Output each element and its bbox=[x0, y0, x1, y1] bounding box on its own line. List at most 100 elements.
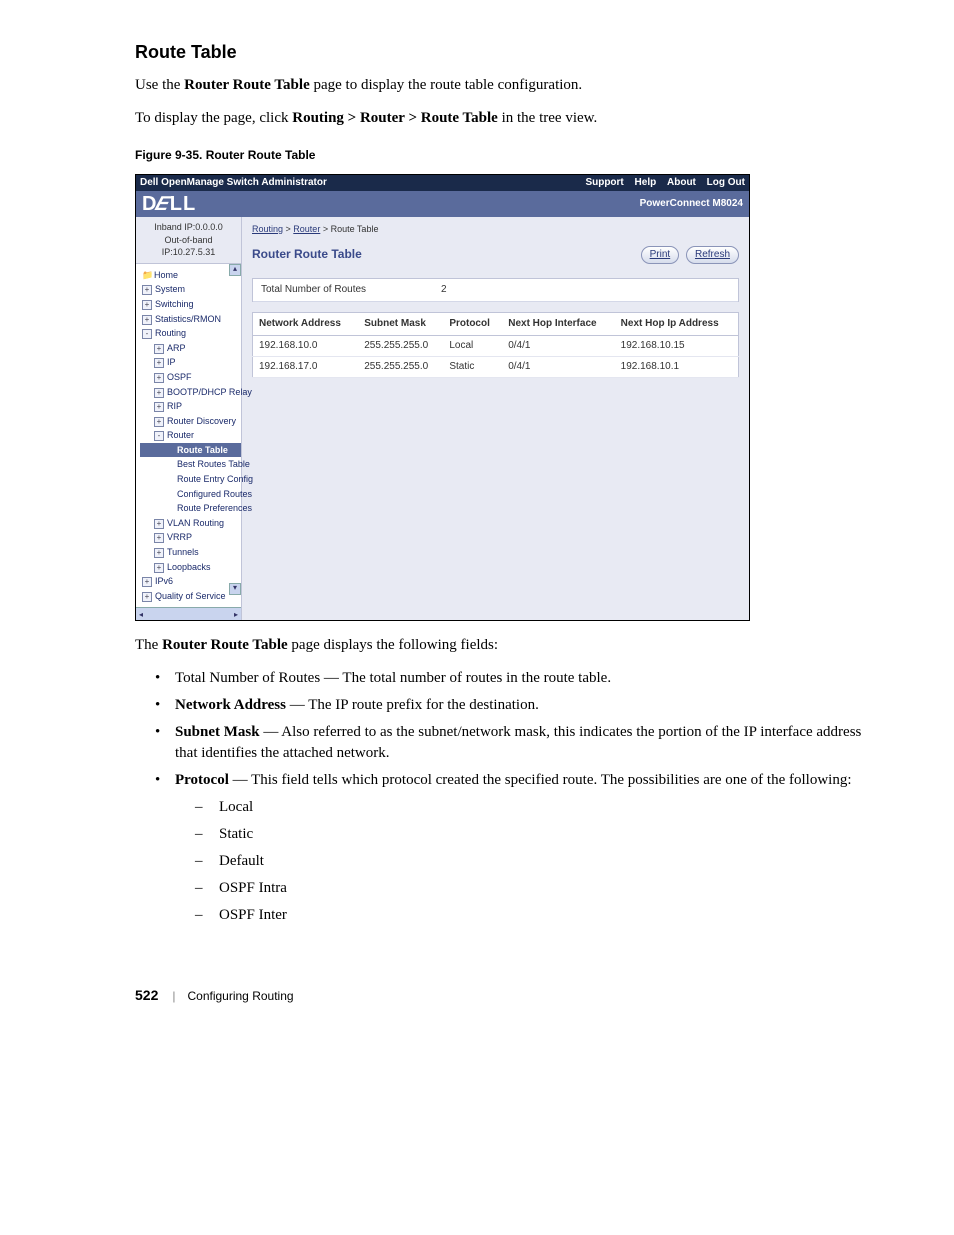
expand-icon[interactable]: + bbox=[142, 592, 152, 602]
tree-label: System bbox=[155, 284, 185, 294]
window-titlebar: Dell OpenManage Switch Administrator Sup… bbox=[136, 175, 749, 191]
expand-icon[interactable]: + bbox=[142, 285, 152, 295]
crumb-routing[interactable]: Routing bbox=[252, 224, 283, 234]
tree-label: Tunnels bbox=[167, 547, 199, 557]
total-routes-label: Total Number of Routes bbox=[261, 283, 441, 297]
tree-item[interactable]: +RIP bbox=[140, 399, 241, 414]
tree-item[interactable]: Route Table bbox=[140, 443, 241, 458]
nav-paragraph: To display the page, click Routing > Rou… bbox=[135, 108, 864, 129]
page-title: Router Route Table bbox=[252, 246, 362, 263]
tree-item[interactable]: +System bbox=[140, 282, 241, 297]
tree-label: Best Routes Table bbox=[177, 459, 250, 469]
tree-item[interactable]: +IPv6 bbox=[140, 574, 241, 589]
tree-item[interactable]: Best Routes Table bbox=[140, 457, 241, 472]
refresh-button[interactable]: Refresh bbox=[686, 246, 739, 264]
scroll-right-icon[interactable]: ▸ bbox=[231, 609, 241, 619]
logout-link[interactable]: Log Out bbox=[707, 177, 745, 188]
scroll-left-icon[interactable]: ◂ bbox=[136, 609, 146, 619]
tree-item[interactable]: +Quality of Service bbox=[140, 589, 241, 604]
expand-icon[interactable]: + bbox=[154, 563, 164, 573]
tree-item[interactable]: +BOOTP/DHCP Relay bbox=[140, 385, 241, 400]
expand-icon[interactable]: + bbox=[142, 300, 152, 310]
tree-item[interactable]: -Routing bbox=[140, 326, 241, 341]
col-next-hop-interface: Next Hop Interface bbox=[502, 312, 614, 335]
outofband-ip: Out-of-band IP:10.27.5.31 bbox=[140, 234, 237, 259]
tree-label: IP bbox=[167, 357, 176, 367]
tree-item[interactable]: +VRRP bbox=[140, 530, 241, 545]
expand-icon[interactable]: + bbox=[154, 358, 164, 368]
tree-label: VLAN Routing bbox=[167, 518, 224, 528]
tree-label: OSPF bbox=[167, 372, 192, 382]
scroll-up-icon[interactable]: ▴ bbox=[229, 264, 241, 276]
cell: 0/4/1 bbox=[502, 335, 614, 356]
h-scrollbar[interactable]: ◂ ▸ bbox=[136, 607, 241, 620]
tree-label: Statistics/RMON bbox=[155, 314, 221, 324]
tree-item[interactable]: +Tunnels bbox=[140, 545, 241, 560]
cell: 192.168.17.0 bbox=[253, 356, 359, 377]
protocol-list: LocalStaticDefaultOSPF IntraOSPF Inter bbox=[175, 797, 864, 926]
expand-icon[interactable]: - bbox=[142, 329, 152, 339]
support-link[interactable]: Support bbox=[585, 177, 623, 188]
cell: 255.255.255.0 bbox=[358, 335, 443, 356]
print-button[interactable]: Print bbox=[641, 246, 680, 264]
tree-label: Routing bbox=[155, 328, 186, 338]
footer-section: Configuring Routing bbox=[187, 988, 293, 1005]
tree-label: Route Table bbox=[177, 445, 228, 455]
tree-label: Quality of Service bbox=[155, 591, 226, 601]
sidebar: Inband IP:0.0.0.0 Out-of-band IP:10.27.5… bbox=[136, 217, 242, 620]
tree-item[interactable]: +OSPF bbox=[140, 370, 241, 385]
tree-item[interactable]: 📁Home bbox=[140, 268, 241, 283]
tree-label: Configured Routes bbox=[177, 489, 252, 499]
cell: Static bbox=[443, 356, 502, 377]
expand-icon[interactable]: + bbox=[154, 388, 164, 398]
tree-item[interactable]: +Statistics/RMON bbox=[140, 312, 241, 327]
tree-item[interactable]: Route Preferences bbox=[140, 501, 241, 516]
route-table: Network Address Subnet Mask Protocol Nex… bbox=[252, 312, 739, 378]
expand-icon[interactable]: + bbox=[142, 577, 152, 587]
tree-item[interactable]: +VLAN Routing bbox=[140, 516, 241, 531]
col-next-hop-ip: Next Hop Ip Address bbox=[615, 312, 739, 335]
text: The bbox=[135, 637, 162, 653]
text-bold: Router Route Table bbox=[162, 637, 288, 653]
tree-label: Loopbacks bbox=[167, 562, 211, 572]
tree-label: ARP bbox=[167, 343, 186, 353]
tree-item[interactable]: -Router bbox=[140, 428, 241, 443]
expand-icon[interactable]: - bbox=[154, 431, 164, 441]
tree-label: Router Discovery bbox=[167, 416, 236, 426]
text: in the tree view. bbox=[498, 110, 597, 126]
table-row: 192.168.10.0255.255.255.0Local0/4/1192.1… bbox=[253, 335, 739, 356]
expand-icon[interactable]: + bbox=[154, 373, 164, 383]
text: page to display the route table configur… bbox=[310, 77, 582, 93]
scroll-down-icon[interactable]: ▾ bbox=[229, 583, 241, 595]
summary-panel: Total Number of Routes 2 bbox=[252, 278, 739, 302]
window-title: Dell OpenManage Switch Administrator bbox=[140, 176, 327, 190]
crumb-router[interactable]: Router bbox=[293, 224, 320, 234]
crumb-current: Route Table bbox=[331, 224, 379, 234]
list-item: Subnet Mask — Also referred to as the su… bbox=[175, 722, 864, 764]
help-link[interactable]: Help bbox=[635, 177, 657, 188]
tree-item[interactable]: +ARP bbox=[140, 341, 241, 356]
text-bold: Router Route Table bbox=[184, 77, 310, 93]
text: — Also referred to as the subnet/network… bbox=[175, 724, 861, 761]
intro-paragraph: Use the Router Route Table page to displ… bbox=[135, 75, 864, 96]
table-row: 192.168.17.0255.255.255.0Static0/4/1192.… bbox=[253, 356, 739, 377]
expand-icon[interactable]: + bbox=[154, 533, 164, 543]
expand-icon[interactable]: + bbox=[154, 548, 164, 558]
ip-info: Inband IP:0.0.0.0 Out-of-band IP:10.27.5… bbox=[136, 217, 241, 264]
tree-item[interactable]: +Switching bbox=[140, 297, 241, 312]
expand-icon[interactable]: + bbox=[154, 402, 164, 412]
col-subnet-mask: Subnet Mask bbox=[358, 312, 443, 335]
expand-icon[interactable]: + bbox=[154, 519, 164, 529]
text-bold: Subnet Mask bbox=[175, 724, 260, 740]
text-bold: Protocol bbox=[175, 772, 229, 788]
tree-item[interactable]: Route Entry Config bbox=[140, 472, 241, 487]
expand-icon[interactable]: + bbox=[154, 417, 164, 427]
tree-item[interactable]: +Router Discovery bbox=[140, 414, 241, 429]
expand-icon[interactable]: + bbox=[142, 315, 152, 325]
tree-item[interactable]: Configured Routes bbox=[140, 487, 241, 502]
tree-item[interactable]: +Loopbacks bbox=[140, 560, 241, 575]
about-link[interactable]: About bbox=[667, 177, 696, 188]
tree-item[interactable]: +IP bbox=[140, 355, 241, 370]
dell-logo: DELL bbox=[142, 190, 196, 218]
expand-icon[interactable]: + bbox=[154, 344, 164, 354]
